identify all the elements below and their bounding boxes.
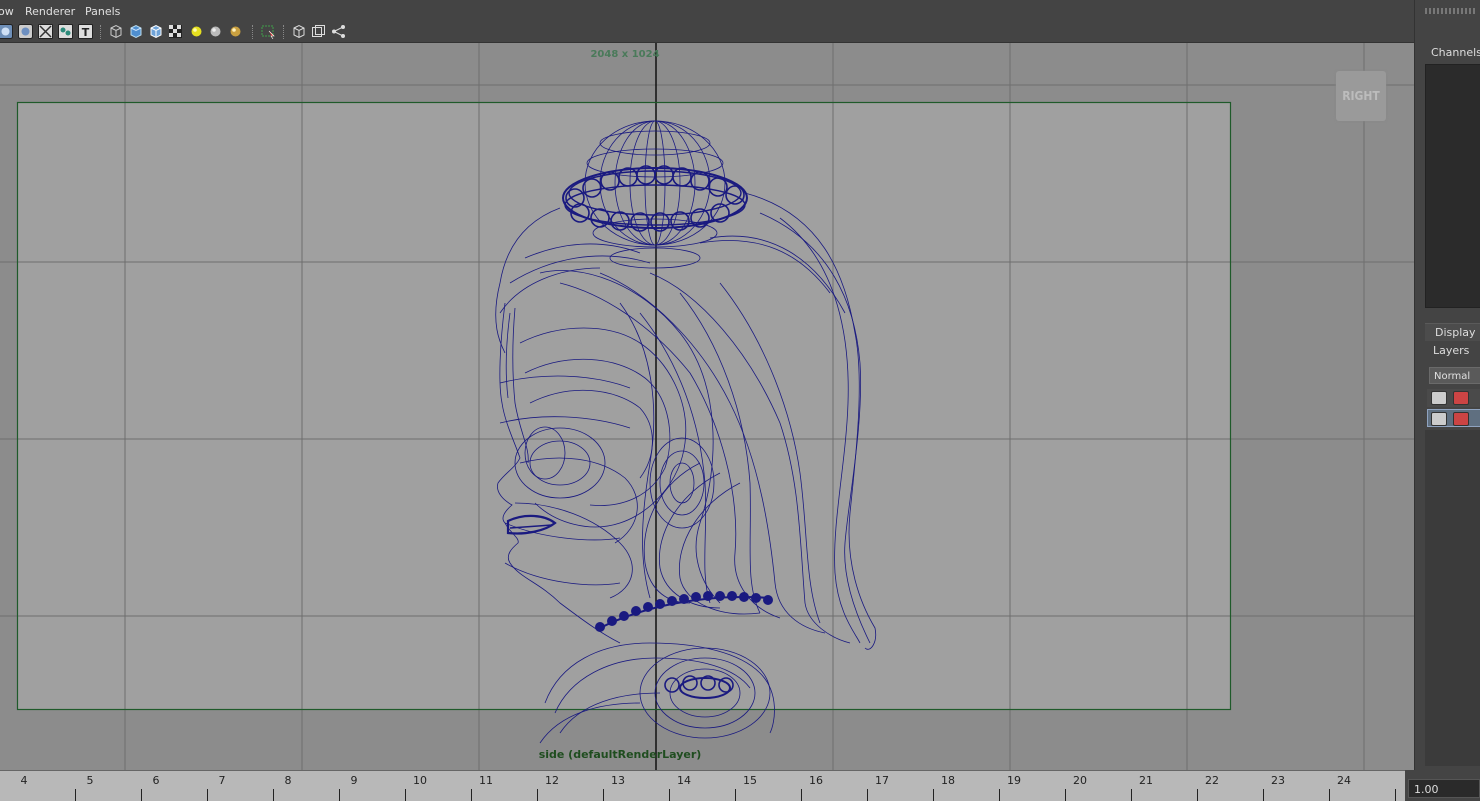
layer-row-selected[interactable] bbox=[1427, 409, 1480, 427]
panel-toolbar: T bbox=[0, 22, 1414, 43]
timeline-tick bbox=[1263, 789, 1264, 801]
timeline-tick bbox=[1329, 789, 1330, 801]
current-time-field[interactable]: 1.00 bbox=[1408, 779, 1480, 798]
timeline-frame-label: 5 bbox=[86, 774, 94, 787]
time-slider[interactable]: 4 5 6 7 8 9 10 11 12 13 14 15 16 17 18 19 20 21 22 23 24 bbox=[0, 770, 1405, 801]
xray-icon[interactable] bbox=[38, 24, 53, 39]
view-cube-label: RIGHT bbox=[1342, 89, 1380, 103]
timeline-frame-label: 13 bbox=[611, 774, 625, 787]
timeline-tick bbox=[339, 789, 340, 801]
timeline-frame-label: 10 bbox=[413, 774, 427, 787]
layer-mode-dropdown[interactable]: Normal bbox=[1429, 367, 1480, 384]
timeline-frame-label: 16 bbox=[809, 774, 823, 787]
timeline-tick bbox=[1197, 789, 1198, 801]
timeline-tick bbox=[75, 789, 76, 801]
shadows-icon[interactable] bbox=[208, 24, 223, 39]
resolution-gate-icon[interactable] bbox=[331, 24, 346, 39]
timeline-frame-label: 8 bbox=[284, 774, 292, 787]
channel-box-panel: Channels Display Layers Normal bbox=[1414, 0, 1480, 770]
resolution-label: 2048 x 1024 bbox=[590, 49, 660, 60]
wireframe-cube-icon[interactable] bbox=[108, 24, 123, 39]
timeline-tick bbox=[1131, 789, 1132, 801]
timeline-tick bbox=[405, 789, 406, 801]
tab-display[interactable]: Display bbox=[1425, 323, 1480, 341]
high-quality-icon[interactable] bbox=[228, 24, 243, 39]
shaded-wire-icon[interactable] bbox=[148, 24, 163, 39]
timeline-frame-label: 14 bbox=[677, 774, 691, 787]
camera-attributes-icon[interactable] bbox=[0, 24, 13, 39]
timeline-tick bbox=[801, 789, 802, 801]
toolbar-separator bbox=[252, 25, 254, 39]
timeline-frame-label: 18 bbox=[941, 774, 955, 787]
snapshot-icon[interactable] bbox=[58, 24, 73, 39]
timeline-tick bbox=[207, 789, 208, 801]
timeline-tick bbox=[141, 789, 142, 801]
timeline-frame-label: 22 bbox=[1205, 774, 1219, 787]
timeline-frame-label: 6 bbox=[152, 774, 160, 787]
film-gate-icon[interactable] bbox=[311, 24, 326, 39]
timeline-frame-label: 17 bbox=[875, 774, 889, 787]
visibility-icon[interactable] bbox=[1431, 412, 1447, 426]
grid-icon[interactable] bbox=[291, 24, 306, 39]
panel-grip[interactable] bbox=[1425, 8, 1475, 14]
smooth-shade-icon[interactable] bbox=[128, 24, 143, 39]
playback-icon[interactable] bbox=[1453, 412, 1469, 426]
timeline-tick bbox=[735, 789, 736, 801]
timeline-frame-label: 20 bbox=[1073, 774, 1087, 787]
tab-layers[interactable]: Layers bbox=[1425, 342, 1480, 360]
toolbar-separator bbox=[283, 25, 285, 39]
timeline-frame-label: 24 bbox=[1337, 774, 1351, 787]
viewport-canvas bbox=[0, 43, 1414, 770]
textured-icon[interactable] bbox=[168, 24, 183, 39]
menu-renderer[interactable]: Renderer bbox=[25, 5, 75, 18]
layers-list[interactable] bbox=[1425, 430, 1480, 766]
text-icon[interactable]: T bbox=[78, 24, 93, 39]
timeline-tick bbox=[273, 789, 274, 801]
visibility-icon[interactable] bbox=[1431, 391, 1447, 405]
timeline-tick bbox=[669, 789, 670, 801]
timeline-tick bbox=[999, 789, 1000, 801]
timeline-tick bbox=[933, 789, 934, 801]
timeline-tick bbox=[471, 789, 472, 801]
timeline-frame-label: 19 bbox=[1007, 774, 1021, 787]
timeline-frame-label: 21 bbox=[1139, 774, 1153, 787]
timeline-tick bbox=[537, 789, 538, 801]
timeline-frame-label: 15 bbox=[743, 774, 757, 787]
layer-row[interactable] bbox=[1427, 389, 1480, 407]
timeline-frame-label: 23 bbox=[1271, 774, 1285, 787]
timeline-frame-label: 11 bbox=[479, 774, 493, 787]
timeline-tick bbox=[1065, 789, 1066, 801]
svg-text:T: T bbox=[82, 26, 90, 39]
channels-label: Channels bbox=[1431, 46, 1480, 59]
timeline-frame-label: 7 bbox=[218, 774, 226, 787]
timeline-frame-label: 12 bbox=[545, 774, 559, 787]
view-cube[interactable]: RIGHT bbox=[1336, 71, 1386, 121]
timeline-tick bbox=[867, 789, 868, 801]
timeline-tick bbox=[1395, 789, 1396, 801]
menu-show[interactable]: ow bbox=[0, 5, 14, 18]
playback-icon[interactable] bbox=[1453, 391, 1469, 405]
viewport-side[interactable]: 2048 x 1024 RIGHT side (defaultRenderLay… bbox=[0, 43, 1414, 770]
timeline-frame-label: 4 bbox=[20, 774, 28, 787]
menu-bar: ow Renderer Panels bbox=[0, 0, 1414, 23]
use-all-lights-icon[interactable] bbox=[189, 24, 204, 39]
timeline-tick bbox=[603, 789, 604, 801]
camera-lock-icon[interactable] bbox=[18, 24, 33, 39]
menu-panels[interactable]: Panels bbox=[85, 5, 120, 18]
isolate-select-icon[interactable] bbox=[261, 24, 276, 39]
camera-label: side (defaultRenderLayer) bbox=[538, 748, 702, 761]
toolbar-separator bbox=[100, 25, 102, 39]
timeline-frame-label: 9 bbox=[350, 774, 358, 787]
channels-list[interactable] bbox=[1425, 64, 1480, 308]
